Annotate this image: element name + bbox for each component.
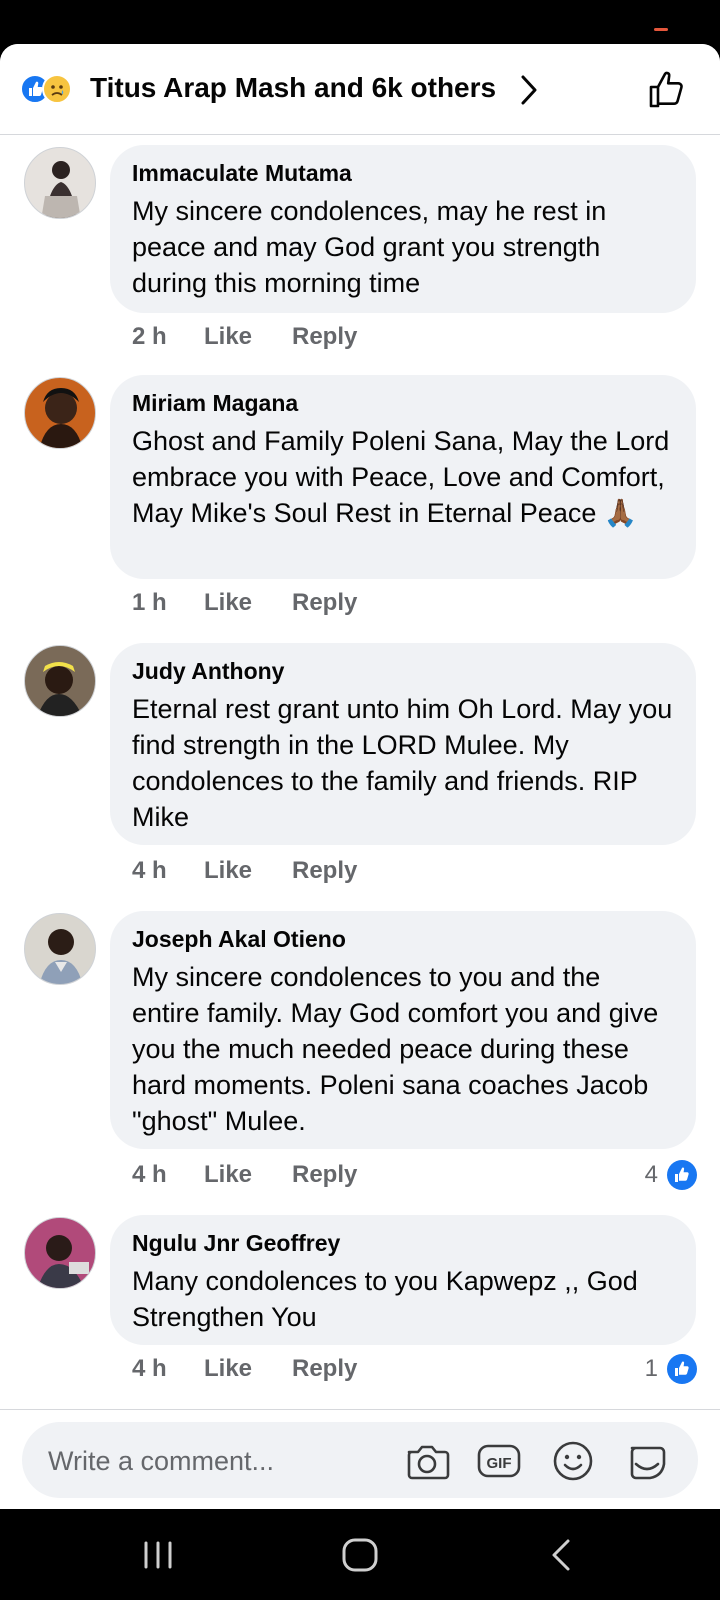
avatar[interactable] xyxy=(24,377,96,449)
avatar[interactable] xyxy=(24,147,96,219)
system-nav-bar xyxy=(0,1509,720,1600)
comment-author[interactable]: Miriam Magana xyxy=(132,389,674,417)
avatar[interactable] xyxy=(24,645,96,717)
comments-sheet: Titus Arap Mash and 6k others Immaculate… xyxy=(0,44,720,1509)
comment-text: Eternal rest grant unto him Oh Lord. May… xyxy=(132,694,673,832)
comment-time: 4 h xyxy=(132,1355,167,1382)
gif-icon[interactable]: GIF xyxy=(476,1438,522,1484)
recent-apps-icon[interactable] xyxy=(136,1533,180,1577)
comment-text: Ghost and Family Poleni Sana, May the Lo… xyxy=(132,426,670,528)
comment-field[interactable]: GIF xyxy=(22,1422,698,1498)
reaction-count: 1 xyxy=(644,1355,658,1382)
reaction-count: 4 xyxy=(644,1161,658,1188)
like-button[interactable]: Like xyxy=(204,1161,252,1189)
like-badge-icon xyxy=(667,1354,697,1384)
back-icon[interactable] xyxy=(540,1533,584,1577)
status-indicator xyxy=(654,28,668,31)
comment-bubble[interactable]: Miriam Magana Ghost and Family Poleni Sa… xyxy=(110,375,696,579)
comment-bubble[interactable]: Immaculate Mutama My sincere condolences… xyxy=(110,145,696,313)
sad-reaction-icon xyxy=(42,74,72,104)
comment-time: 2 h xyxy=(132,323,167,350)
comment-bubble[interactable]: Joseph Akal Otieno My sincere condolence… xyxy=(110,911,696,1149)
reactions-header[interactable]: Titus Arap Mash and 6k others xyxy=(0,44,720,135)
like-badge-icon xyxy=(667,1160,697,1190)
like-post-icon[interactable] xyxy=(646,68,690,112)
like-button[interactable]: Like xyxy=(204,857,252,885)
comment-author[interactable]: Ngulu Jnr Geoffrey xyxy=(132,1229,674,1257)
comment-author[interactable]: Judy Anthony xyxy=(132,657,674,685)
home-icon[interactable] xyxy=(338,1533,382,1577)
chevron-right-icon[interactable] xyxy=(518,72,540,108)
reply-button[interactable]: Reply xyxy=(292,1161,357,1189)
comment-bubble[interactable]: Ngulu Jnr Geoffrey Many condolences to y… xyxy=(110,1215,696,1345)
comment-list[interactable]: Immaculate Mutama My sincere condolences… xyxy=(0,135,720,1453)
like-button[interactable]: Like xyxy=(204,1355,252,1383)
comment-author[interactable]: Immaculate Mutama xyxy=(132,159,674,187)
like-button[interactable]: Like xyxy=(204,323,252,351)
comment-input[interactable] xyxy=(46,1440,380,1482)
reply-button[interactable]: Reply xyxy=(292,323,357,351)
avatar[interactable] xyxy=(24,1217,96,1289)
comment-text: My sincere condolences to you and the en… xyxy=(132,962,659,1136)
like-button[interactable]: Like xyxy=(204,589,252,617)
reactions-summary[interactable]: Titus Arap Mash and 6k others xyxy=(90,72,496,104)
svg-text:GIF: GIF xyxy=(487,1455,512,1472)
comment-author[interactable]: Joseph Akal Otieno xyxy=(132,925,674,953)
avatar[interactable] xyxy=(24,913,96,985)
emoji-icon[interactable] xyxy=(550,1438,596,1484)
comment-text: Many condolences to you Kapwepz ,, God S… xyxy=(132,1266,638,1332)
comment-text: My sincere condolences, may he rest in p… xyxy=(132,196,607,298)
camera-icon[interactable] xyxy=(404,1438,450,1484)
sticker-icon[interactable] xyxy=(624,1438,670,1484)
comment-time: 4 h xyxy=(132,857,167,884)
status-bar xyxy=(0,0,720,44)
reply-button[interactable]: Reply xyxy=(292,589,357,617)
reply-button[interactable]: Reply xyxy=(292,1355,357,1383)
comment-composer: GIF xyxy=(0,1409,720,1509)
reaction-icons xyxy=(20,74,80,106)
comment-time: 4 h xyxy=(132,1161,167,1188)
comment-bubble[interactable]: Judy Anthony Eternal rest grant unto him… xyxy=(110,643,696,845)
comment-time: 1 h xyxy=(132,589,167,616)
reply-button[interactable]: Reply xyxy=(292,857,357,885)
